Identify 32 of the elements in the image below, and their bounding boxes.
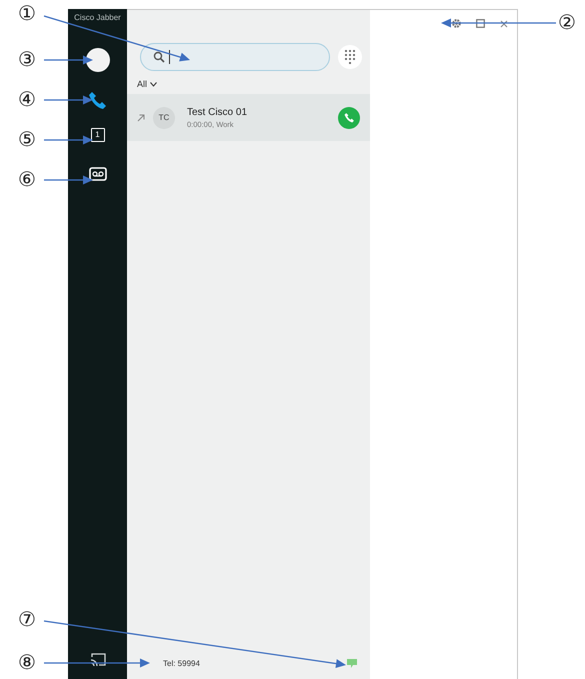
callout-number: ⑥ (18, 167, 36, 191)
callout-number: ③ (18, 47, 36, 71)
callout-number: ⑤ (18, 127, 36, 151)
callout-number: ⑧ (18, 650, 36, 674)
callout-number: ⑦ (18, 607, 36, 631)
outgoing-arrow-icon (137, 114, 145, 122)
search-field[interactable] (140, 43, 330, 71)
voicemail-icon[interactable] (88, 167, 106, 181)
phone-icon[interactable] (88, 90, 108, 110)
cast-icon[interactable] (90, 653, 106, 667)
callout-number: ② (558, 10, 576, 34)
contact-avatar: TC (153, 106, 175, 128)
close-icon[interactable] (500, 20, 508, 28)
calendar-icon[interactable]: 1 (90, 128, 104, 142)
callout-number: ① (18, 1, 36, 25)
window-title: Cisco Jabber (74, 13, 121, 22)
callout-arrow (44, 96, 93, 104)
avatar-icon[interactable] (86, 48, 110, 72)
callout-number: ④ (18, 87, 36, 111)
call-button[interactable] (338, 106, 360, 128)
phone-icon (344, 112, 354, 123)
callout-arrow (44, 136, 93, 144)
settings-icon[interactable] (452, 19, 461, 28)
phone-number: Tel: 59994 (163, 659, 200, 668)
keypad-button[interactable] (338, 45, 362, 69)
callout-arrow (44, 176, 93, 184)
contact-name: Test Cisco 01 (187, 106, 248, 118)
maximize-icon[interactable] (476, 19, 485, 28)
filter-dropdown[interactable]: All (137, 79, 158, 89)
keypad-icon (345, 50, 355, 64)
search-icon (153, 51, 165, 63)
chevron-down-icon (150, 82, 158, 86)
